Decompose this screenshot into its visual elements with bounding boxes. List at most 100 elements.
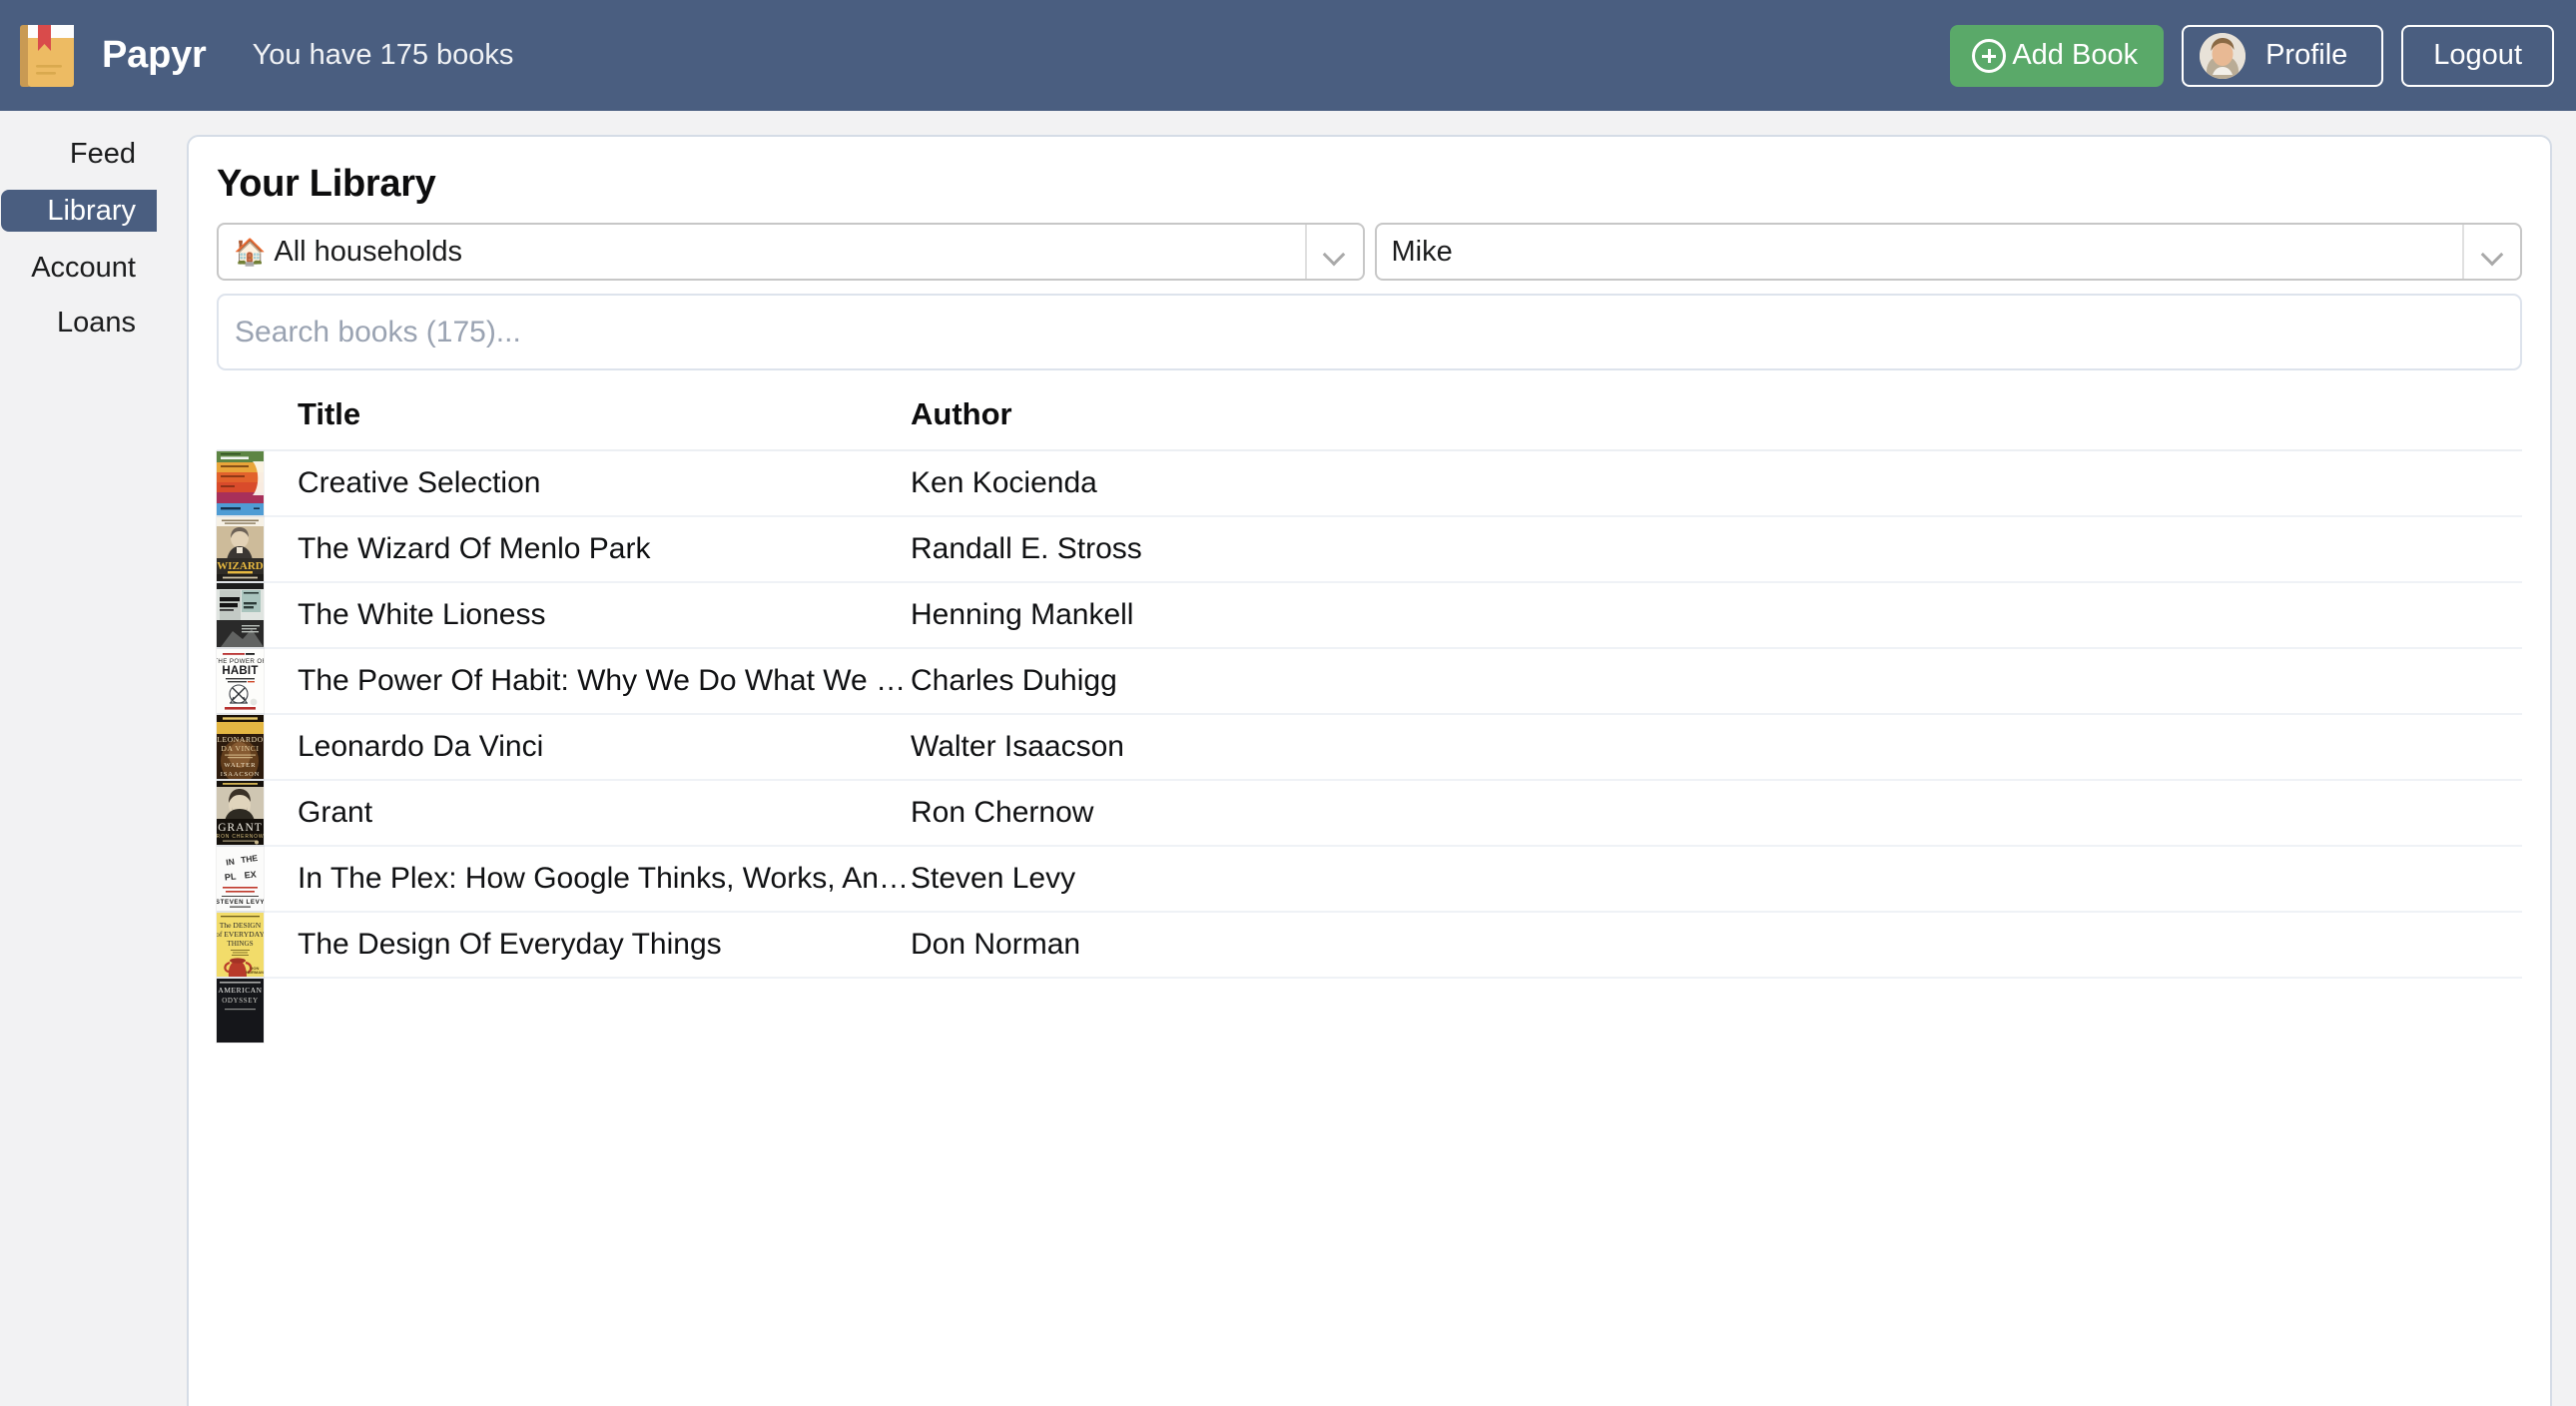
app-header: Papyr You have 175 books Add Book Profil… — [0, 0, 2576, 111]
svg-text:LEONARDO: LEONARDO — [217, 735, 264, 744]
book-cover-white-lioness — [217, 583, 264, 647]
book-cover-wizard-menlo-park: WIZARD — [217, 517, 264, 581]
cell-author: Randall E. Stross — [911, 516, 2522, 583]
svg-text:DA VINCI: DA VINCI — [221, 744, 259, 753]
brand-name: Papyr — [102, 34, 207, 76]
svg-text:WIZARD: WIZARD — [217, 560, 264, 572]
cell-cover: AMERICAN ODYSSEY — [217, 978, 272, 1043]
book-author: Ron Chernow — [911, 796, 1094, 829]
table-row[interactable]: GRANT RON CHERNOW Grant Ron Chernow — [217, 780, 2522, 847]
cell-title[interactable] — [272, 978, 911, 1043]
search-field-wrapper[interactable] — [217, 294, 2522, 370]
svg-text:ISAACSON: ISAACSON — [221, 771, 260, 778]
search-input[interactable] — [219, 296, 2520, 368]
cell-title[interactable]: The White Lioness — [272, 582, 911, 649]
cell-title[interactable]: Leonardo Da Vinci — [272, 714, 911, 781]
household-select[interactable]: 🏠 All households — [217, 223, 1365, 281]
sidebar-item-feed[interactable]: Feed — [0, 135, 157, 173]
chevron-down-icon — [2483, 247, 2502, 258]
cell-cover: LEONARDO DA VINCI WALTER ISAACSON — [217, 714, 272, 781]
book-title: In The Plex: How Google Thinks, Works, A… — [298, 862, 911, 895]
svg-text:THINGS: THINGS — [227, 940, 253, 948]
filter-row: 🏠 All households Mike — [217, 223, 2522, 281]
books-table: Title Author Creative Selection Ken Koci… — [217, 396, 2522, 1043]
cell-title[interactable]: In The Plex: How Google Thinks, Works, A… — [272, 846, 911, 913]
sidebar-item-loans[interactable]: Loans — [0, 304, 157, 342]
svg-text:WALTER: WALTER — [224, 762, 256, 769]
svg-text:EX: EX — [244, 869, 257, 880]
member-select-arrow[interactable] — [2462, 225, 2520, 279]
library-card: Your Library 🏠 All households Mike Searc… — [187, 135, 2552, 1406]
logout-label: Logout — [2433, 39, 2522, 71]
book-author: Charles Duhigg — [911, 664, 1117, 697]
page-shell: Feed Library Account Loans Your Library … — [0, 111, 2576, 1406]
book-title: The Design Of Everyday Things — [298, 928, 722, 961]
col-title[interactable]: Title — [272, 396, 911, 451]
book-author: Don Norman — [911, 928, 1081, 961]
book-author: Ken Kocienda — [911, 466, 1097, 499]
col-cover — [217, 396, 272, 451]
sidebar-item-account[interactable]: Account — [0, 249, 157, 287]
cell-title[interactable]: Grant — [272, 780, 911, 847]
chevron-down-icon — [1325, 247, 1344, 258]
cell-author: Don Norman — [911, 912, 2522, 979]
table-row[interactable]: LEONARDO DA VINCI WALTER ISAACSON Leonar… — [217, 714, 2522, 781]
book-cover-in-the-plex: IN THE PL EX STEVEN LEVY — [217, 847, 264, 911]
profile-button[interactable]: Profile — [2182, 24, 2384, 87]
table-row[interactable]: Creative Selection Ken Kocienda — [217, 450, 2522, 517]
cell-author: Steven Levy — [911, 846, 2522, 913]
cell-author: Charles Duhigg — [911, 648, 2522, 715]
logout-button[interactable]: Logout — [2401, 24, 2554, 87]
cell-author: Ron Chernow — [911, 780, 2522, 847]
member-select[interactable]: Mike — [1374, 223, 2522, 281]
add-book-button[interactable]: Add Book — [1950, 24, 2165, 87]
cell-title[interactable]: Creative Selection — [272, 450, 911, 517]
table-row[interactable]: THE POWER OF HABIT — [217, 648, 2522, 715]
cell-title[interactable]: The Design Of Everyday Things — [272, 912, 911, 979]
household-select-label: All households — [274, 235, 463, 268]
book-title: Leonardo Da Vinci — [298, 730, 544, 763]
cell-title[interactable]: The Wizard Of Menlo Park — [272, 516, 911, 583]
book-cover-grant: GRANT RON CHERNOW — [217, 781, 264, 845]
cell-author: Ken Kocienda — [911, 450, 2522, 517]
book-title: The Wizard Of Menlo Park — [298, 532, 651, 565]
sidebar-item-label: Account — [31, 251, 136, 284]
svg-text:IN: IN — [226, 856, 236, 867]
cell-author — [911, 978, 2522, 1043]
book-author: Randall E. Stross — [911, 532, 1142, 565]
svg-text:GRANT: GRANT — [218, 822, 263, 834]
col-author[interactable]: Author — [911, 396, 2522, 451]
table-row[interactable]: The White Lioness Henning Mankell — [217, 582, 2522, 649]
table-row[interactable]: IN THE PL EX STEVEN LEVY In The Plex: Ho… — [217, 846, 2522, 913]
table-row[interactable]: The DESIGN of EVERYDAY THINGS DON NORMAN… — [217, 912, 2522, 979]
book-title: Grant — [298, 796, 373, 829]
svg-text:THE POWER OF: THE POWER OF — [217, 658, 264, 665]
book-author: Steven Levy — [911, 862, 1076, 895]
cell-cover: The DESIGN of EVERYDAY THINGS DON NORMAN — [217, 912, 272, 979]
sidebar-item-label: Loans — [56, 306, 136, 339]
svg-text:NORMAN: NORMAN — [246, 970, 264, 975]
profile-label: Profile — [2265, 39, 2348, 71]
svg-text:PL: PL — [224, 871, 237, 882]
avatar — [2200, 32, 2247, 79]
cell-cover — [217, 450, 272, 517]
table-row[interactable]: AMERICAN ODYSSEY — [217, 978, 2522, 1043]
book-title: The White Lioness — [298, 598, 546, 631]
page-title: Your Library — [217, 163, 436, 205]
book-logo-icon — [18, 23, 76, 89]
books-table-body: Creative Selection Ken Kocienda WIZARD T… — [217, 450, 2522, 1043]
sidebar-nav: Feed Library Account Loans — [0, 111, 157, 1406]
household-select-value: 🏠 All households — [219, 236, 1305, 269]
svg-text:HABIT: HABIT — [222, 665, 258, 677]
sidebar-item-library[interactable]: Library — [1, 190, 157, 232]
books-table-head: Title Author — [217, 396, 2522, 451]
household-select-arrow[interactable] — [1304, 225, 1363, 279]
book-cover-creative-selection — [217, 451, 264, 515]
cell-title[interactable]: The Power Of Habit: Why We Do What We Do… — [272, 648, 911, 715]
book-cover-design-everyday-things: The DESIGN of EVERYDAY THINGS DON NORMAN — [217, 913, 264, 977]
table-row[interactable]: WIZARD The Wizard Of Menlo Park Randall … — [217, 516, 2522, 583]
svg-text:of EVERYDAY: of EVERYDAY — [217, 930, 264, 939]
svg-text:AMERICAN: AMERICAN — [218, 986, 262, 995]
book-cover-power-of-habit: THE POWER OF HABIT — [217, 649, 264, 713]
add-book-label: Add Book — [2012, 39, 2139, 71]
